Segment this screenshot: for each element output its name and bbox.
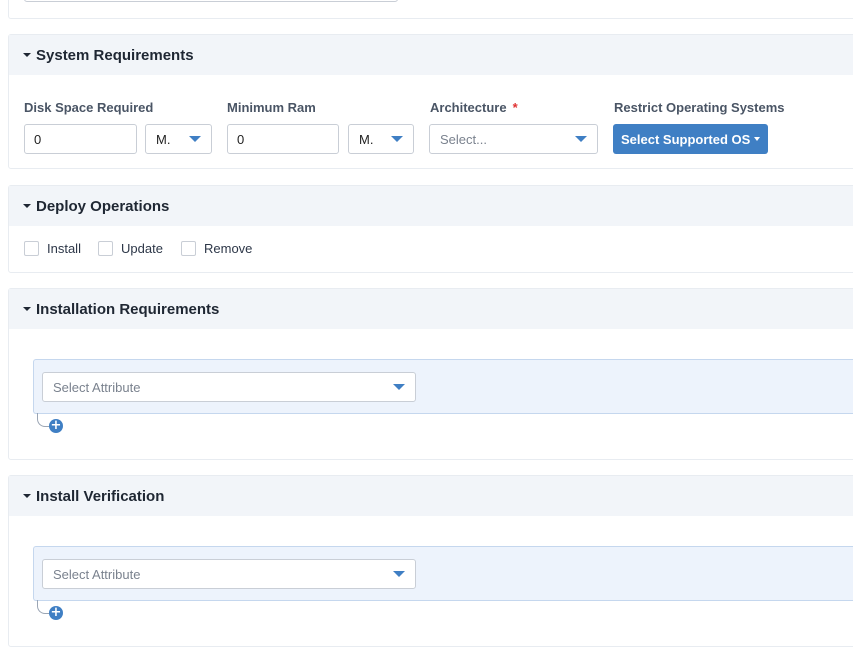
select-supported-os-label: Select Supported OS [621,131,751,147]
architecture-label-text: Architecture [430,100,507,115]
add-rule-button[interactable]: + [49,606,63,620]
select-attribute-dropdown[interactable]: Select Attribute [42,559,416,589]
restrict-os-label: Restrict Operating Systems [614,100,785,115]
architecture-label: Architecture * [430,100,518,115]
remove-checkbox[interactable] [181,241,196,256]
minimum-ram-value: 0 [237,131,245,147]
disk-space-input[interactable]: 0 [24,124,137,154]
update-label: Update [121,241,163,256]
required-marker: * [512,100,518,115]
remove-label: Remove [204,241,253,256]
select-supported-os-button[interactable]: Select Supported OS [613,124,769,154]
disk-space-label: Disk Space Required [24,100,154,115]
install-verification-header[interactable]: Install Verification [9,476,853,516]
install-label: Install [47,241,81,256]
install-option[interactable]: Install [24,241,81,256]
previous-section-panel [8,0,853,19]
caret-down-icon [23,53,31,57]
chevron-down-icon [575,136,587,142]
disk-space-unit-value: M. [156,131,171,147]
tree-connector [37,600,49,614]
install-verification-title: Install Verification [36,487,165,505]
minimum-ram-input[interactable]: 0 [227,124,339,154]
system-requirements-header[interactable]: System Requirements [9,35,853,75]
caret-down-icon [754,137,761,141]
select-attribute-placeholder: Select Attribute [53,566,141,582]
disk-space-unit-select[interactable]: M. [145,124,212,154]
architecture-placeholder: Select... [440,131,487,147]
add-rule-button[interactable]: + [49,419,63,433]
disk-space-value: 0 [34,131,42,147]
select-attribute-dropdown[interactable]: Select Attribute [42,372,416,402]
tree-connector [37,413,49,427]
minimum-ram-unit-select[interactable]: M. [348,124,414,154]
system-requirements-section: System Requirements Disk Space Required … [8,34,853,169]
chevron-down-icon [393,571,405,577]
previous-section-input[interactable] [24,0,398,2]
architecture-select[interactable]: Select... [429,124,598,154]
system-requirements-title: System Requirements [36,46,194,64]
attribute-rule-group: Select Attribute [33,359,853,414]
minimum-ram-label: Minimum Ram [227,100,316,115]
select-attribute-placeholder: Select Attribute [53,379,141,395]
attribute-rule-group: Select Attribute [33,546,853,601]
remove-option[interactable]: Remove [181,241,252,256]
deploy-operations-title: Deploy Operations [36,197,170,215]
installation-requirements-section: Installation Requirements Select Attribu… [8,288,853,460]
installation-requirements-header[interactable]: Installation Requirements [9,289,853,329]
caret-down-icon [23,204,31,208]
chevron-down-icon [393,384,405,390]
chevron-down-icon [391,136,403,142]
install-verification-section: Install Verification Select Attribute + [8,475,853,647]
chevron-down-icon [189,136,201,142]
minimum-ram-unit-value: M. [359,131,374,147]
deploy-operations-header[interactable]: Deploy Operations [9,186,853,226]
deploy-operations-section: Deploy Operations Install Update Remove [8,185,853,273]
update-option[interactable]: Update [98,241,163,256]
caret-down-icon [23,494,31,498]
installation-requirements-title: Installation Requirements [36,300,220,318]
install-checkbox[interactable] [24,241,39,256]
caret-down-icon [23,307,31,311]
update-checkbox[interactable] [98,241,113,256]
